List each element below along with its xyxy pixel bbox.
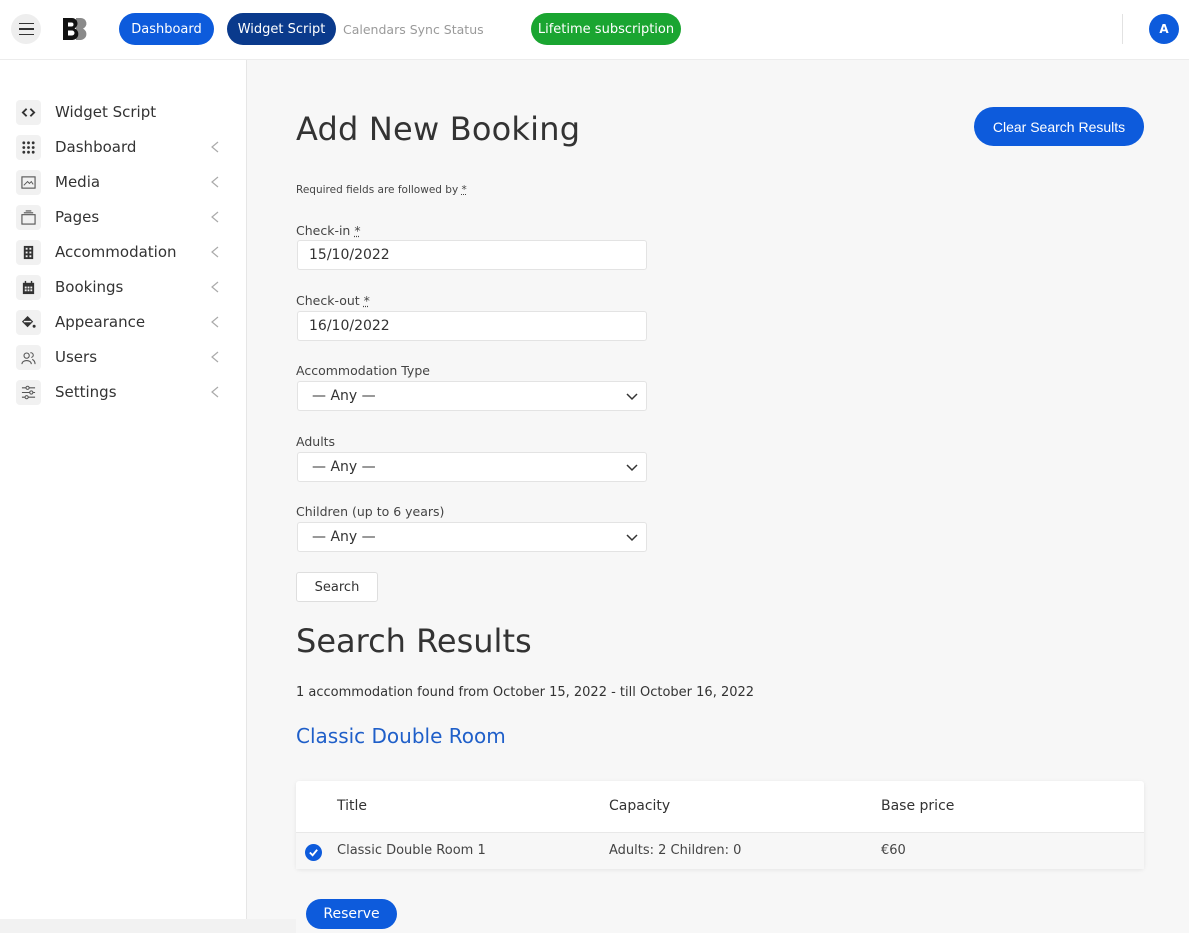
checkin-label-text: Check-in bbox=[296, 223, 351, 238]
accommodation-type-label: Accommodation Type bbox=[296, 363, 430, 378]
sidebar-item-accommodation[interactable]: Accommodation bbox=[16, 239, 231, 265]
checkmark-icon bbox=[309, 849, 318, 857]
nav-widget-script-button[interactable]: Widget Script bbox=[227, 13, 336, 45]
sidebar-item-pages[interactable]: Pages bbox=[16, 204, 231, 230]
hamburger-icon[interactable] bbox=[11, 14, 41, 44]
checkout-date-input[interactable]: 16/10/2022 bbox=[297, 311, 647, 341]
checkin-label: Check-in * bbox=[296, 223, 361, 238]
column-header-base-price: Base price bbox=[881, 798, 955, 814]
clear-search-results-button[interactable]: Clear Search Results bbox=[974, 107, 1144, 146]
sidebar-item-label: Bookings bbox=[55, 278, 124, 296]
cell-price: €60 bbox=[881, 843, 906, 858]
divider bbox=[1122, 14, 1123, 44]
room-type-link[interactable]: Classic Double Room bbox=[296, 724, 506, 748]
column-header-capacity: Capacity bbox=[609, 798, 671, 814]
column-header-title: Title bbox=[337, 798, 368, 814]
required-marker: * bbox=[461, 184, 467, 196]
accommodation-type-select[interactable]: — Any — bbox=[297, 381, 647, 411]
sidebar-item-appearance[interactable]: Appearance bbox=[16, 309, 231, 335]
children-select[interactable]: — Any — bbox=[297, 522, 647, 552]
calendar-icon bbox=[16, 274, 41, 300]
horizontal-scrollbar-track bbox=[0, 919, 296, 933]
cell-title: Classic Double Room 1 bbox=[337, 843, 486, 858]
sidebar-item-label: Media bbox=[55, 173, 101, 191]
adults-label: Adults bbox=[296, 434, 336, 449]
chevron-left-icon bbox=[211, 281, 219, 293]
chevron-down-icon bbox=[626, 534, 638, 542]
pages-icon bbox=[16, 204, 41, 230]
sidebar-item-widget-script[interactable]: Widget Script bbox=[16, 99, 231, 125]
search-button[interactable]: Search bbox=[296, 572, 378, 602]
nav-calendars-sync-status-link[interactable]: Calendars Sync Status bbox=[343, 22, 484, 37]
adults-value: — Any — bbox=[312, 459, 376, 475]
sidebar-item-label: Pages bbox=[55, 208, 100, 226]
sidebar-item-label: Users bbox=[55, 348, 98, 366]
children-value: — Any — bbox=[312, 529, 376, 545]
avatar[interactable]: A bbox=[1149, 14, 1179, 44]
required-marker: * bbox=[354, 223, 361, 238]
page-title: Add New Booking bbox=[296, 110, 581, 148]
chevron-left-icon bbox=[211, 176, 219, 188]
sidebar-item-label: Dashboard bbox=[55, 138, 137, 156]
chevron-left-icon bbox=[211, 351, 219, 363]
cell-capacity: Adults: 2 Children: 0 bbox=[609, 843, 742, 858]
chevron-left-icon bbox=[211, 141, 219, 153]
results-table: Title Capacity Base price Classic Double… bbox=[296, 781, 1144, 869]
code-icon bbox=[16, 99, 41, 125]
paint-bucket-icon bbox=[16, 309, 41, 335]
building-icon bbox=[16, 239, 41, 265]
sidebar-item-label: Accommodation bbox=[55, 243, 177, 261]
required-note-text: Required fields are followed by bbox=[296, 184, 459, 196]
checkout-label-text: Check-out bbox=[296, 293, 360, 308]
sidebar-item-media[interactable]: Media bbox=[16, 169, 231, 195]
sidebar-item-dashboard[interactable]: Dashboard bbox=[16, 134, 231, 160]
sidebar-item-users[interactable]: Users bbox=[16, 344, 231, 370]
chevron-down-icon bbox=[626, 464, 638, 472]
sliders-icon bbox=[16, 379, 41, 405]
sidebar-item-settings[interactable]: Settings bbox=[16, 379, 231, 405]
lifetime-subscription-button[interactable]: Lifetime subscription bbox=[531, 13, 681, 45]
required-marker: * bbox=[363, 293, 370, 308]
grid-icon bbox=[16, 134, 41, 160]
chevron-left-icon bbox=[211, 316, 219, 328]
reserve-button[interactable]: Reserve bbox=[306, 899, 397, 929]
chevron-left-icon bbox=[211, 246, 219, 258]
users-icon bbox=[16, 344, 41, 370]
required-fields-note: Required fields are followed by * bbox=[296, 184, 467, 196]
sidebar-item-label: Widget Script bbox=[55, 103, 157, 121]
nav-dashboard-button[interactable]: Dashboard bbox=[119, 13, 214, 45]
row-select-checkbox[interactable] bbox=[305, 844, 322, 861]
results-summary: 1 accommodation found from October 15, 2… bbox=[296, 685, 755, 700]
checkout-label: Check-out * bbox=[296, 293, 370, 308]
accommodation-type-value: — Any — bbox=[312, 388, 376, 404]
table-row[interactable]: Classic Double Room 1 Adults: 2 Children… bbox=[296, 832, 1144, 869]
checkin-date-input[interactable]: 15/10/2022 bbox=[297, 240, 647, 270]
chevron-left-icon bbox=[211, 386, 219, 398]
chevron-left-icon bbox=[211, 211, 219, 223]
adults-select[interactable]: — Any — bbox=[297, 452, 647, 482]
top-bar: Dashboard Widget Script Calendars Sync S… bbox=[0, 0, 1189, 60]
sidebar-item-label: Settings bbox=[55, 383, 117, 401]
search-results-title: Search Results bbox=[296, 622, 532, 660]
sidebar-item-bookings[interactable]: Bookings bbox=[16, 274, 231, 300]
image-icon bbox=[16, 169, 41, 195]
sidebar-item-label: Appearance bbox=[55, 313, 146, 331]
chevron-down-icon bbox=[626, 393, 638, 401]
children-label: Children (up to 6 years) bbox=[296, 504, 445, 519]
sidebar: Widget Script Dashboard Media Pages Acco… bbox=[0, 60, 247, 919]
logo[interactable] bbox=[62, 16, 90, 42]
